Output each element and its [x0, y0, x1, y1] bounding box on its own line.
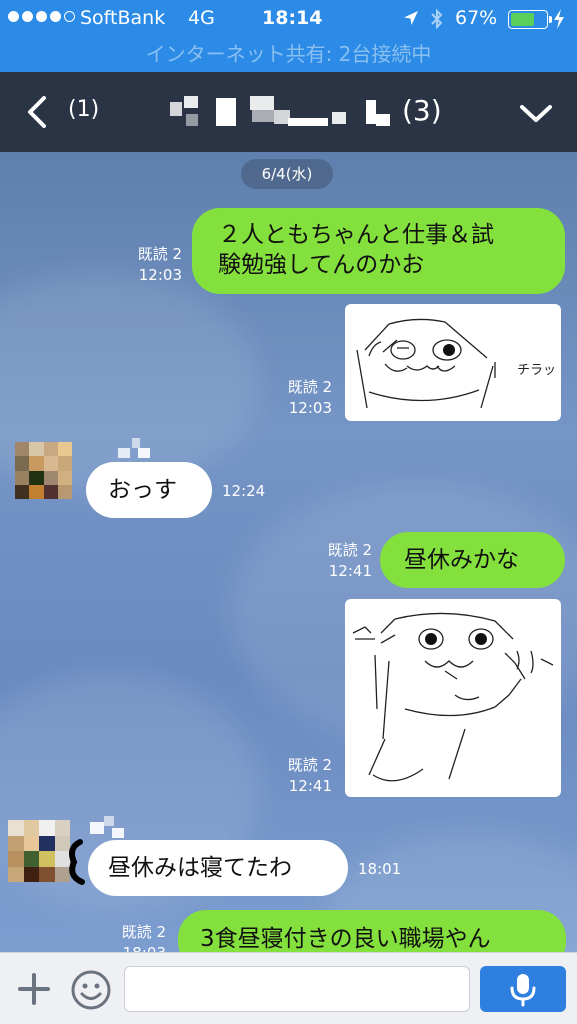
ascii-art-caption: チラッ	[517, 363, 556, 378]
avatar[interactable]	[15, 442, 72, 499]
message-time: 18:01	[358, 860, 402, 878]
tethering-banner[interactable]: インターネット共有: 2台接続中	[0, 40, 577, 72]
read-receipt: 既読 2 12:41	[287, 756, 332, 795]
read-receipt: 既読 2 12:41	[327, 541, 372, 580]
read-receipt: 既読 2 12:03	[137, 245, 182, 284]
incoming-message-bubble[interactable]: 昼休みは寝てたわ	[88, 840, 348, 896]
charging-bolt-icon	[554, 9, 564, 29]
location-arrow-icon	[404, 11, 418, 25]
message-text: 3食昼寝付きの良い職場やん	[200, 926, 491, 952]
plus-icon[interactable]	[16, 971, 52, 1007]
read-receipt: 既読 218:03	[121, 923, 166, 952]
emoji-icon[interactable]	[70, 969, 112, 1011]
message-input[interactable]	[124, 966, 470, 1012]
bluetooth-icon	[431, 8, 443, 30]
voice-message-button[interactable]	[480, 966, 566, 1012]
member-count: (3)	[402, 94, 442, 127]
signal-dots-icon	[8, 11, 75, 22]
message-text: おっす	[108, 477, 177, 503]
incoming-message-bubble[interactable]: おっす	[86, 462, 212, 518]
battery-percent: 67%	[455, 7, 498, 29]
chat-header: (1) (3)	[0, 72, 577, 152]
avatar[interactable]	[8, 820, 70, 882]
ascii-art-image[interactable]	[345, 599, 561, 797]
message-text: 昼休みかな	[404, 547, 519, 573]
outgoing-message-bubble[interactable]: ２人ともちゃんと仕事＆試 験勉強してんのかお	[192, 208, 565, 294]
message-text: 験勉強してんのかお	[218, 252, 425, 278]
message-text: 昼休みは寝てたわ	[108, 855, 292, 881]
read-receipt: 既読 2 12:03	[287, 378, 332, 417]
sender-name-pixelated	[118, 438, 158, 462]
message-text: ２人ともちゃんと仕事＆試	[218, 222, 494, 248]
microphone-icon	[510, 974, 536, 1007]
carrier-label: SoftBank	[80, 7, 166, 29]
clock: 18:14	[262, 7, 323, 29]
message-time: 12:24	[222, 482, 266, 500]
sender-name-pixelated	[90, 816, 130, 840]
battery-icon	[508, 10, 552, 29]
group-name-pixelated[interactable]	[170, 96, 400, 132]
dropdown-chevron-icon[interactable]	[518, 98, 554, 128]
date-separator: 6/4(水)	[241, 159, 333, 189]
outgoing-message-bubble[interactable]: 3食昼寝付きの良い職場やん	[178, 910, 566, 952]
back-unread-count[interactable]: (1)	[68, 97, 99, 122]
ascii-art-image[interactable]: チラッ	[345, 304, 561, 421]
outgoing-message-bubble[interactable]: 昼休みかな	[380, 532, 565, 588]
back-chevron-icon[interactable]	[22, 92, 52, 132]
network-type: 4G	[188, 7, 215, 29]
chat-area[interactable]: 6/4(水) 既読 2 12:03 ２人ともちゃんと仕事＆試 験勉強してんのかお …	[0, 152, 577, 952]
input-bar	[0, 952, 577, 1024]
status-bar: SoftBank 4G 18:14 67%	[0, 0, 577, 40]
